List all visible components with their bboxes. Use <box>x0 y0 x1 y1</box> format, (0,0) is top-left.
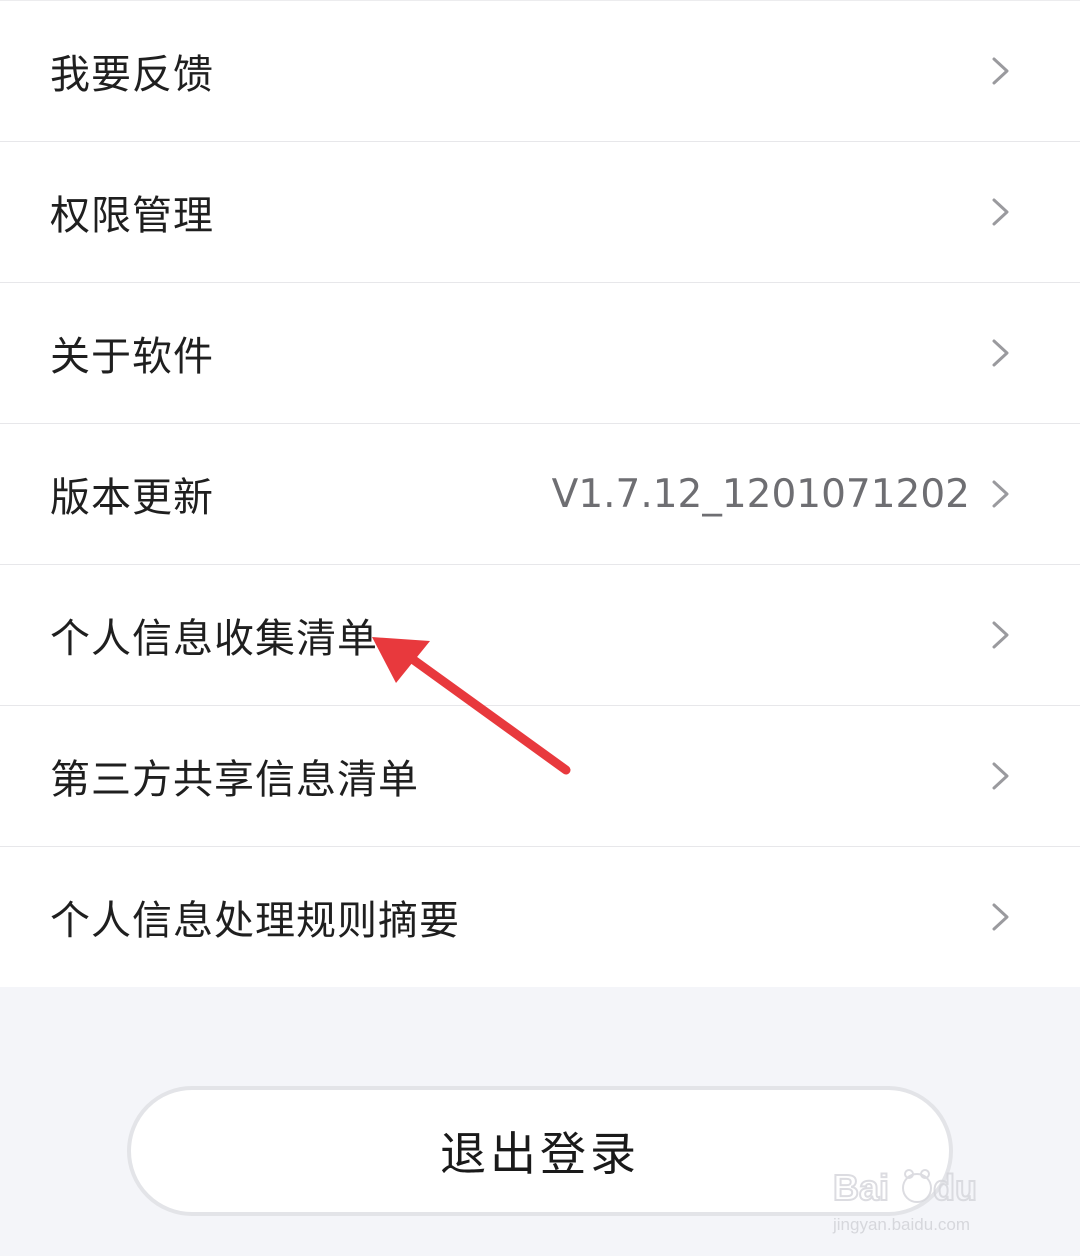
chevron-right-icon <box>992 198 1009 226</box>
menu-item-feedback[interactable]: 我要反馈 <box>0 0 1080 141</box>
menu-item-personal-info-collection[interactable]: 个人信息收集清单 <box>0 564 1080 705</box>
chevron-right-icon <box>992 480 1009 508</box>
menu-item-label: 权限管理 <box>50 193 214 239</box>
menu-item-label: 版本更新 <box>50 475 214 521</box>
menu-item-third-party-sharing[interactable]: 第三方共享信息清单 <box>0 705 1080 846</box>
menu-item-label: 个人信息收集清单 <box>50 616 378 662</box>
settings-menu-list: 我要反馈 权限管理 关于软件 版本更新 V1.7.12_1201071202 个… <box>0 0 1080 987</box>
menu-item-version-update[interactable]: 版本更新 V1.7.12_1201071202 <box>0 423 1080 564</box>
menu-item-label: 我要反馈 <box>50 52 214 98</box>
chevron-right-icon <box>992 57 1009 85</box>
chevron-right-icon <box>992 903 1009 931</box>
menu-item-label: 个人信息处理规则摘要 <box>50 898 460 944</box>
menu-item-label: 第三方共享信息清单 <box>50 757 419 803</box>
chevron-right-icon <box>992 339 1009 367</box>
menu-item-label: 关于软件 <box>50 334 214 380</box>
chevron-right-icon <box>992 621 1009 649</box>
settings-screen: 我要反馈 权限管理 关于软件 版本更新 V1.7.12_1201071202 个… <box>0 0 1080 1256</box>
logout-container: 退出登录 <box>127 1086 953 1216</box>
chevron-right-icon <box>992 762 1009 790</box>
menu-item-processing-rules-summary[interactable]: 个人信息处理规则摘要 <box>0 846 1080 987</box>
logout-button[interactable]: 退出登录 <box>127 1086 953 1216</box>
svg-text:jingyan.baidu.com: jingyan.baidu.com <box>832 1215 970 1234</box>
menu-item-permissions[interactable]: 权限管理 <box>0 141 1080 282</box>
version-value: V1.7.12_1201071202 <box>551 471 970 517</box>
menu-item-about[interactable]: 关于软件 <box>0 282 1080 423</box>
